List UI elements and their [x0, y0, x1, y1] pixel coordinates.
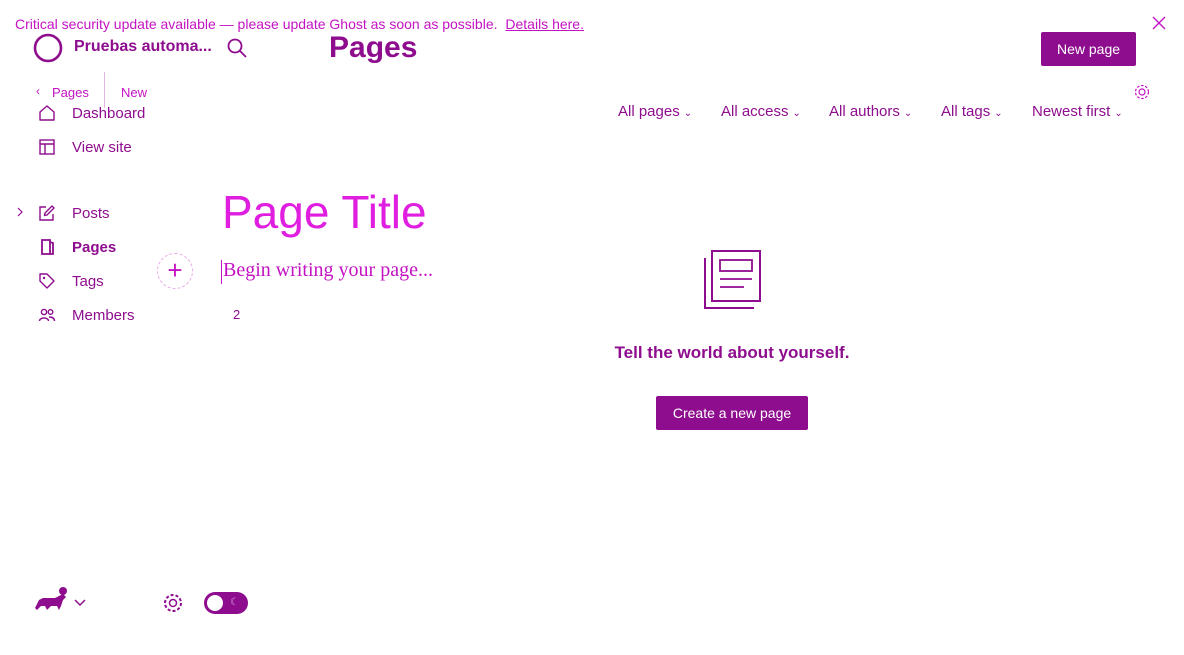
- chevron-down-icon: ⌄: [1114, 108, 1123, 119]
- sidebar-item-label: Pages: [72, 238, 117, 256]
- chevron-down-icon: ⌄: [903, 108, 913, 119]
- sidebar-item-label: Dashboard: [72, 104, 146, 122]
- close-icon[interactable]: [1150, 14, 1168, 32]
- filter-type-label: All pages: [618, 103, 680, 120]
- page-icon: [41, 239, 54, 255]
- members-icon: [38, 308, 56, 322]
- add-card-button[interactable]: +: [157, 253, 193, 289]
- breadcrumb-back-icon[interactable]: ‹: [36, 84, 40, 98]
- dark-mode-toggle[interactable]: ☾: [204, 592, 248, 614]
- moon-icon: ☾: [230, 597, 239, 608]
- sidebar-item-tags[interactable]: Tags: [38, 269, 104, 293]
- pages-empty-icon: [704, 250, 761, 309]
- filter-access-label: All access: [721, 103, 789, 120]
- toggle-knob: [207, 595, 223, 611]
- site-name[interactable]: Pruebas automa...: [74, 38, 212, 56]
- sidebar-item-label: View site: [72, 138, 132, 156]
- filter-authors-label: All authors: [829, 103, 900, 120]
- breadcrumb-divider: [104, 72, 105, 108]
- sidebar-item-dashboard[interactable]: Dashboard: [38, 101, 145, 125]
- banner-details-link[interactable]: Details here.: [505, 16, 584, 32]
- breadcrumb-current: New: [121, 85, 148, 100]
- sidebar-item-label: Posts: [72, 204, 110, 222]
- chevron-down-icon: ⌄: [792, 108, 801, 119]
- page-title: Pages: [329, 31, 418, 64]
- sort-label: Newest first: [1032, 103, 1111, 120]
- create-new-page-button[interactable]: Create a new page: [656, 396, 808, 430]
- new-page-button[interactable]: New page: [1041, 32, 1136, 66]
- sidebar-item-view-site[interactable]: View site: [38, 135, 132, 159]
- sidebar-item-posts[interactable]: Posts: [38, 201, 110, 225]
- search-icon[interactable]: [226, 37, 248, 59]
- filter-tags-label: All tags: [941, 103, 991, 120]
- sidebar-item-members[interactable]: Members: [38, 303, 135, 327]
- editor-count: 2: [233, 307, 241, 322]
- sort-dropdown[interactable]: Newest first ⌄: [1032, 103, 1123, 120]
- chevron-right-icon[interactable]: [14, 205, 26, 219]
- chevron-down-icon: ⌄: [683, 108, 693, 119]
- editor-body-input[interactable]: Begin writing your page...: [223, 259, 433, 282]
- empty-state-message: Tell the world about yourself.: [614, 343, 850, 362]
- sidebar-item-pages[interactable]: Pages: [38, 235, 116, 259]
- chevron-down-icon: ⌄: [994, 108, 1003, 119]
- text-cursor: [221, 260, 222, 284]
- settings-gear-icon[interactable]: [162, 592, 184, 614]
- breadcrumb-pages-link[interactable]: Pages: [52, 85, 89, 100]
- tag-icon: [39, 273, 55, 289]
- filter-type-dropdown[interactable]: All pages ⌄: [618, 103, 692, 120]
- filter-tags-dropdown[interactable]: All tags ⌄: [941, 103, 1003, 120]
- pencil-square-icon: [39, 205, 55, 221]
- filter-access-dropdown[interactable]: All access ⌄: [721, 103, 801, 120]
- sidebar-item-label: Members: [72, 306, 135, 324]
- security-banner: Critical security update available — ple…: [15, 16, 584, 32]
- editor-title-input[interactable]: Page Title: [222, 185, 427, 239]
- site-logo-icon[interactable]: [33, 33, 63, 63]
- chevron-down-icon[interactable]: [72, 594, 88, 610]
- filter-authors-dropdown[interactable]: All authors ⌄: [829, 103, 912, 120]
- banner-text: Critical security update available — ple…: [15, 16, 498, 32]
- layout-icon: [39, 139, 55, 155]
- user-avatar[interactable]: [33, 586, 69, 614]
- gear-icon[interactable]: [1133, 83, 1151, 101]
- home-icon: [39, 105, 55, 121]
- sidebar-item-label: Tags: [72, 272, 104, 290]
